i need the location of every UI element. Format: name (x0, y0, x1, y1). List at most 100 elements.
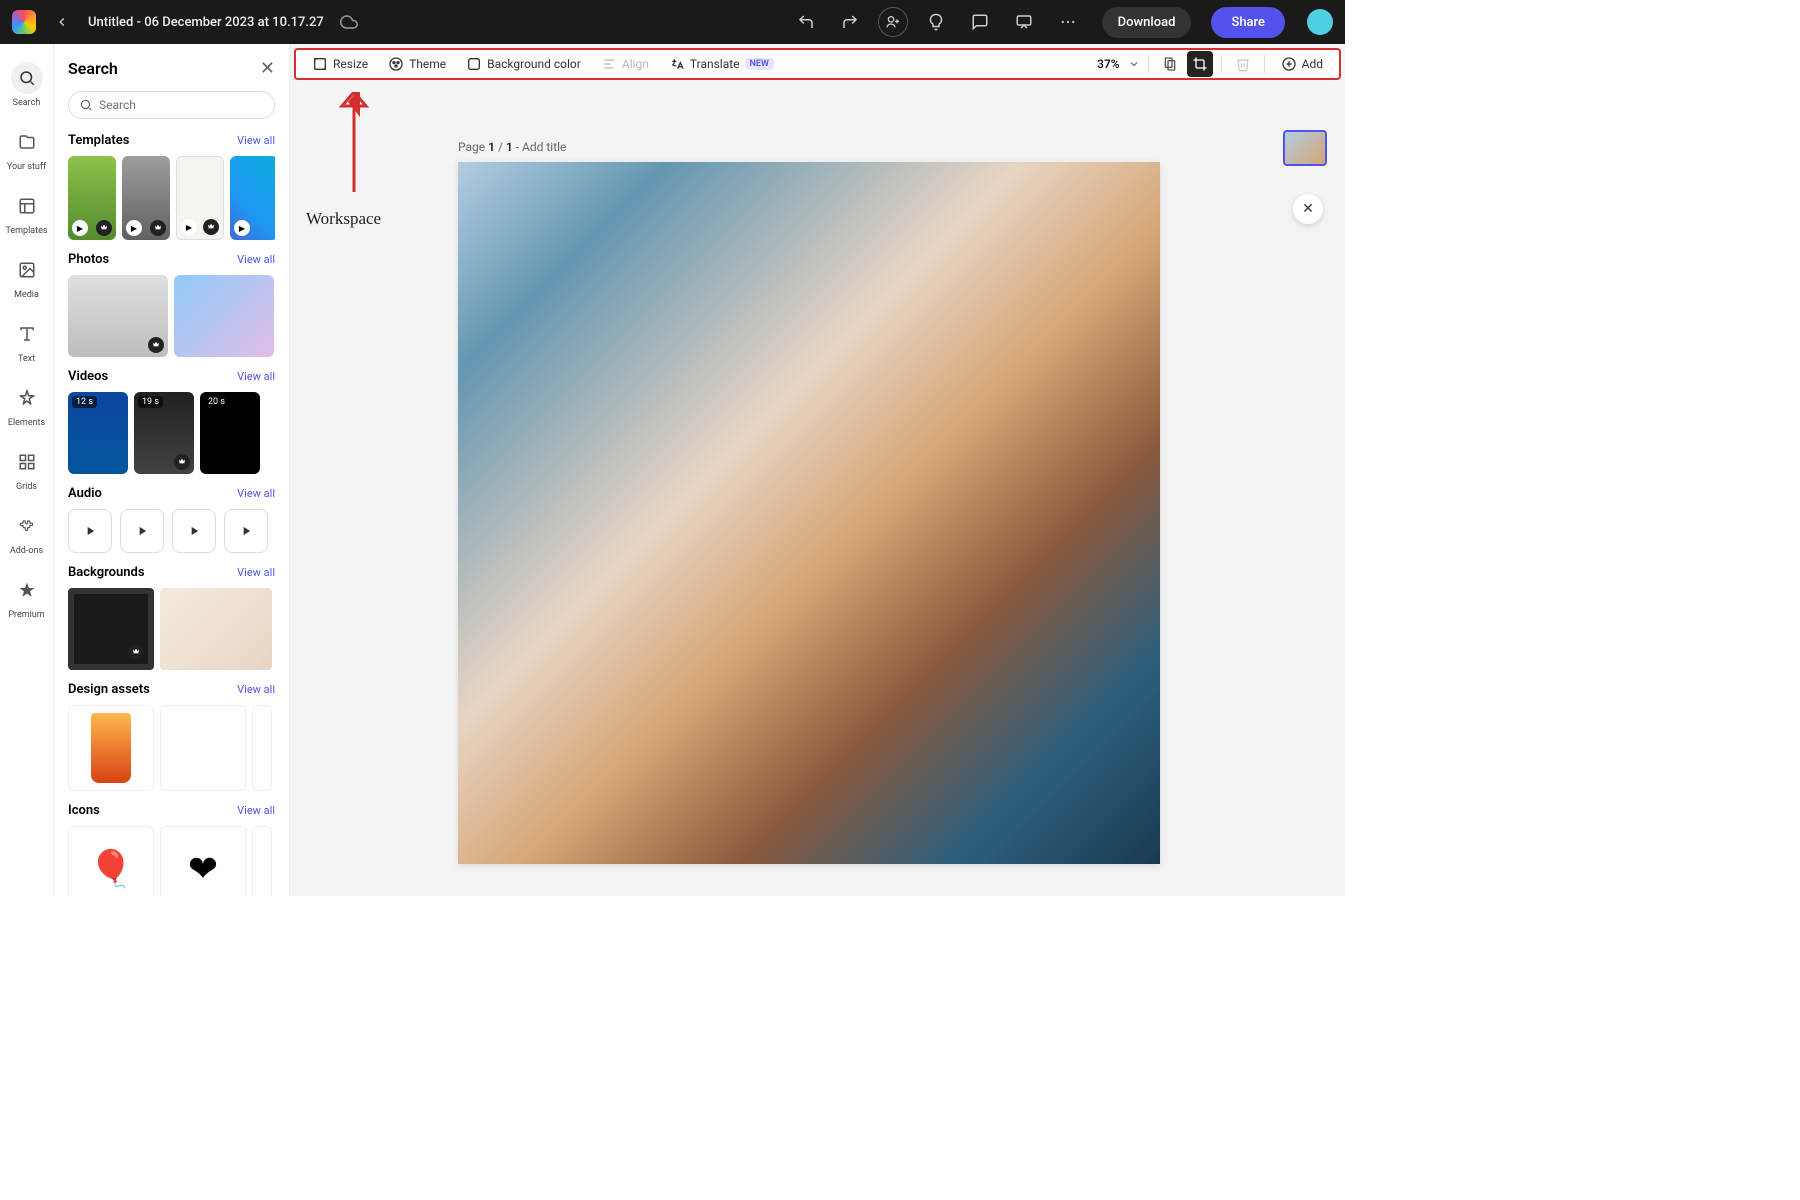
section-audio: Audio (68, 486, 102, 501)
search-input-wrapper[interactable] (68, 91, 275, 119)
add-page-button[interactable]: Add (1273, 52, 1331, 76)
asset-thumb[interactable] (160, 705, 246, 791)
chevron-down-icon[interactable] (1128, 58, 1140, 70)
view-all-backgrounds[interactable]: View all (237, 566, 275, 579)
icon-thumb[interactable] (252, 826, 272, 896)
premium-icon (174, 454, 190, 470)
search-input[interactable] (99, 98, 264, 112)
icon-thumb[interactable]: ❤ (160, 826, 246, 896)
audio-thumb[interactable] (172, 509, 216, 553)
video-duration: 12 s (72, 396, 97, 408)
lightbulb-icon[interactable] (920, 6, 952, 38)
rail-label: Text (18, 354, 35, 364)
layers-icon[interactable] (1157, 51, 1183, 77)
rail-templates[interactable]: Templates (0, 182, 53, 244)
template-thumb[interactable]: ▶ (122, 156, 170, 240)
invite-user-button[interactable] (878, 7, 908, 37)
resize-button[interactable]: Resize (304, 52, 376, 76)
theme-label: Theme (409, 57, 446, 71)
page-thumbnail[interactable] (1283, 130, 1327, 166)
rail-label: Add-ons (10, 546, 43, 556)
audio-thumb[interactable] (120, 509, 164, 553)
zoom-level[interactable]: 37% (1097, 57, 1119, 71)
background-color-button[interactable]: Background color (458, 52, 589, 76)
video-thumb[interactable]: 20 s (200, 392, 260, 474)
template-thumb[interactable]: ▶ (230, 156, 275, 240)
theme-button[interactable]: Theme (380, 52, 454, 76)
view-all-videos[interactable]: View all (237, 370, 275, 383)
new-badge: NEW (745, 58, 774, 70)
arrow-annotation-icon (334, 92, 374, 202)
asset-thumb[interactable] (252, 705, 272, 791)
video-thumb[interactable]: 19 s (134, 392, 194, 474)
photo-thumb[interactable] (174, 275, 274, 357)
redo-button[interactable] (834, 6, 866, 38)
rail-label: Premium (8, 610, 44, 620)
view-all-icons[interactable]: View all (237, 804, 275, 817)
asset-thumb[interactable] (68, 705, 154, 791)
view-all-photos[interactable]: View all (237, 253, 275, 266)
video-thumb[interactable]: 12 s (68, 392, 128, 474)
section-photos: Photos (68, 252, 109, 267)
video-duration: 20 s (204, 396, 229, 408)
rail-grids[interactable]: Grids (0, 438, 53, 500)
app-logo-icon[interactable] (12, 10, 36, 34)
workspace-annotation: Workspace (306, 209, 381, 229)
undo-button[interactable] (790, 6, 822, 38)
photo-thumb[interactable] (68, 275, 168, 357)
rail-label: Your stuff (7, 162, 46, 172)
rail-your-stuff[interactable]: Your stuff (0, 118, 53, 180)
more-icon[interactable] (1052, 6, 1084, 38)
view-all-design-assets[interactable]: View all (237, 683, 275, 696)
video-duration: 19 s (138, 396, 163, 408)
close-overlay-button[interactable]: ✕ (1293, 194, 1323, 224)
rail-addons[interactable]: Add-ons (0, 502, 53, 564)
comment-icon[interactable] (964, 6, 996, 38)
translate-button[interactable]: Translate NEW (661, 52, 782, 76)
rail-label: Grids (16, 482, 37, 492)
play-icon: ▶ (72, 220, 88, 236)
audio-thumb[interactable] (68, 509, 112, 553)
rail-premium[interactable]: Premium (0, 566, 53, 628)
icon-thumb[interactable]: 🎈 (68, 826, 154, 896)
context-toolbar: Resize Theme Background color Align Tran… (294, 48, 1341, 80)
top-bar: Untitled - 06 December 2023 at 10.17.27 … (0, 0, 1345, 44)
present-icon[interactable] (1008, 6, 1040, 38)
search-icon (79, 98, 93, 112)
view-all-templates[interactable]: View all (237, 134, 275, 147)
template-thumb[interactable]: ▶ (68, 156, 116, 240)
resize-label: Resize (333, 57, 368, 71)
rail-text[interactable]: Text (0, 310, 53, 372)
download-button[interactable]: Download (1102, 7, 1192, 38)
canvas-area[interactable]: Resize Theme Background color Align Tran… (290, 44, 1345, 896)
user-avatar[interactable] (1307, 9, 1333, 35)
canvas-page[interactable] (458, 162, 1160, 864)
crop-icon[interactable] (1187, 51, 1213, 77)
background-thumb[interactable] (68, 588, 154, 670)
audio-thumb[interactable] (224, 509, 268, 553)
bg-color-label: Background color (487, 57, 581, 71)
rail-media[interactable]: Media (0, 246, 53, 308)
section-templates: Templates (68, 133, 129, 148)
rail-search[interactable]: Search (0, 54, 53, 116)
translate-label: Translate (690, 57, 740, 71)
back-button[interactable] (48, 8, 76, 36)
background-thumb[interactable] (160, 588, 272, 670)
rail-label: Templates (5, 226, 47, 236)
section-design-assets: Design assets (68, 682, 150, 697)
rail-elements[interactable]: Elements (0, 374, 53, 436)
play-icon: ▶ (126, 220, 142, 236)
rail-label: Search (13, 98, 41, 108)
document-title[interactable]: Untitled - 06 December 2023 at 10.17.27 (88, 15, 324, 30)
premium-icon (148, 337, 164, 353)
view-all-audio[interactable]: View all (237, 487, 275, 500)
template-thumb[interactable]: ▶ (176, 156, 224, 240)
section-icons: Icons (68, 803, 100, 818)
close-panel-button[interactable]: ✕ (260, 58, 275, 79)
share-button[interactable]: Share (1211, 7, 1285, 38)
align-button: Align (593, 52, 657, 76)
cloud-sync-icon[interactable] (340, 13, 358, 31)
page-indicator[interactable]: Page 1 / 1 - Add title (458, 140, 566, 154)
delete-icon (1230, 51, 1256, 77)
search-panel: Search ✕ TemplatesView all ▶ ▶ ▶ ▶ Photo… (54, 44, 290, 896)
